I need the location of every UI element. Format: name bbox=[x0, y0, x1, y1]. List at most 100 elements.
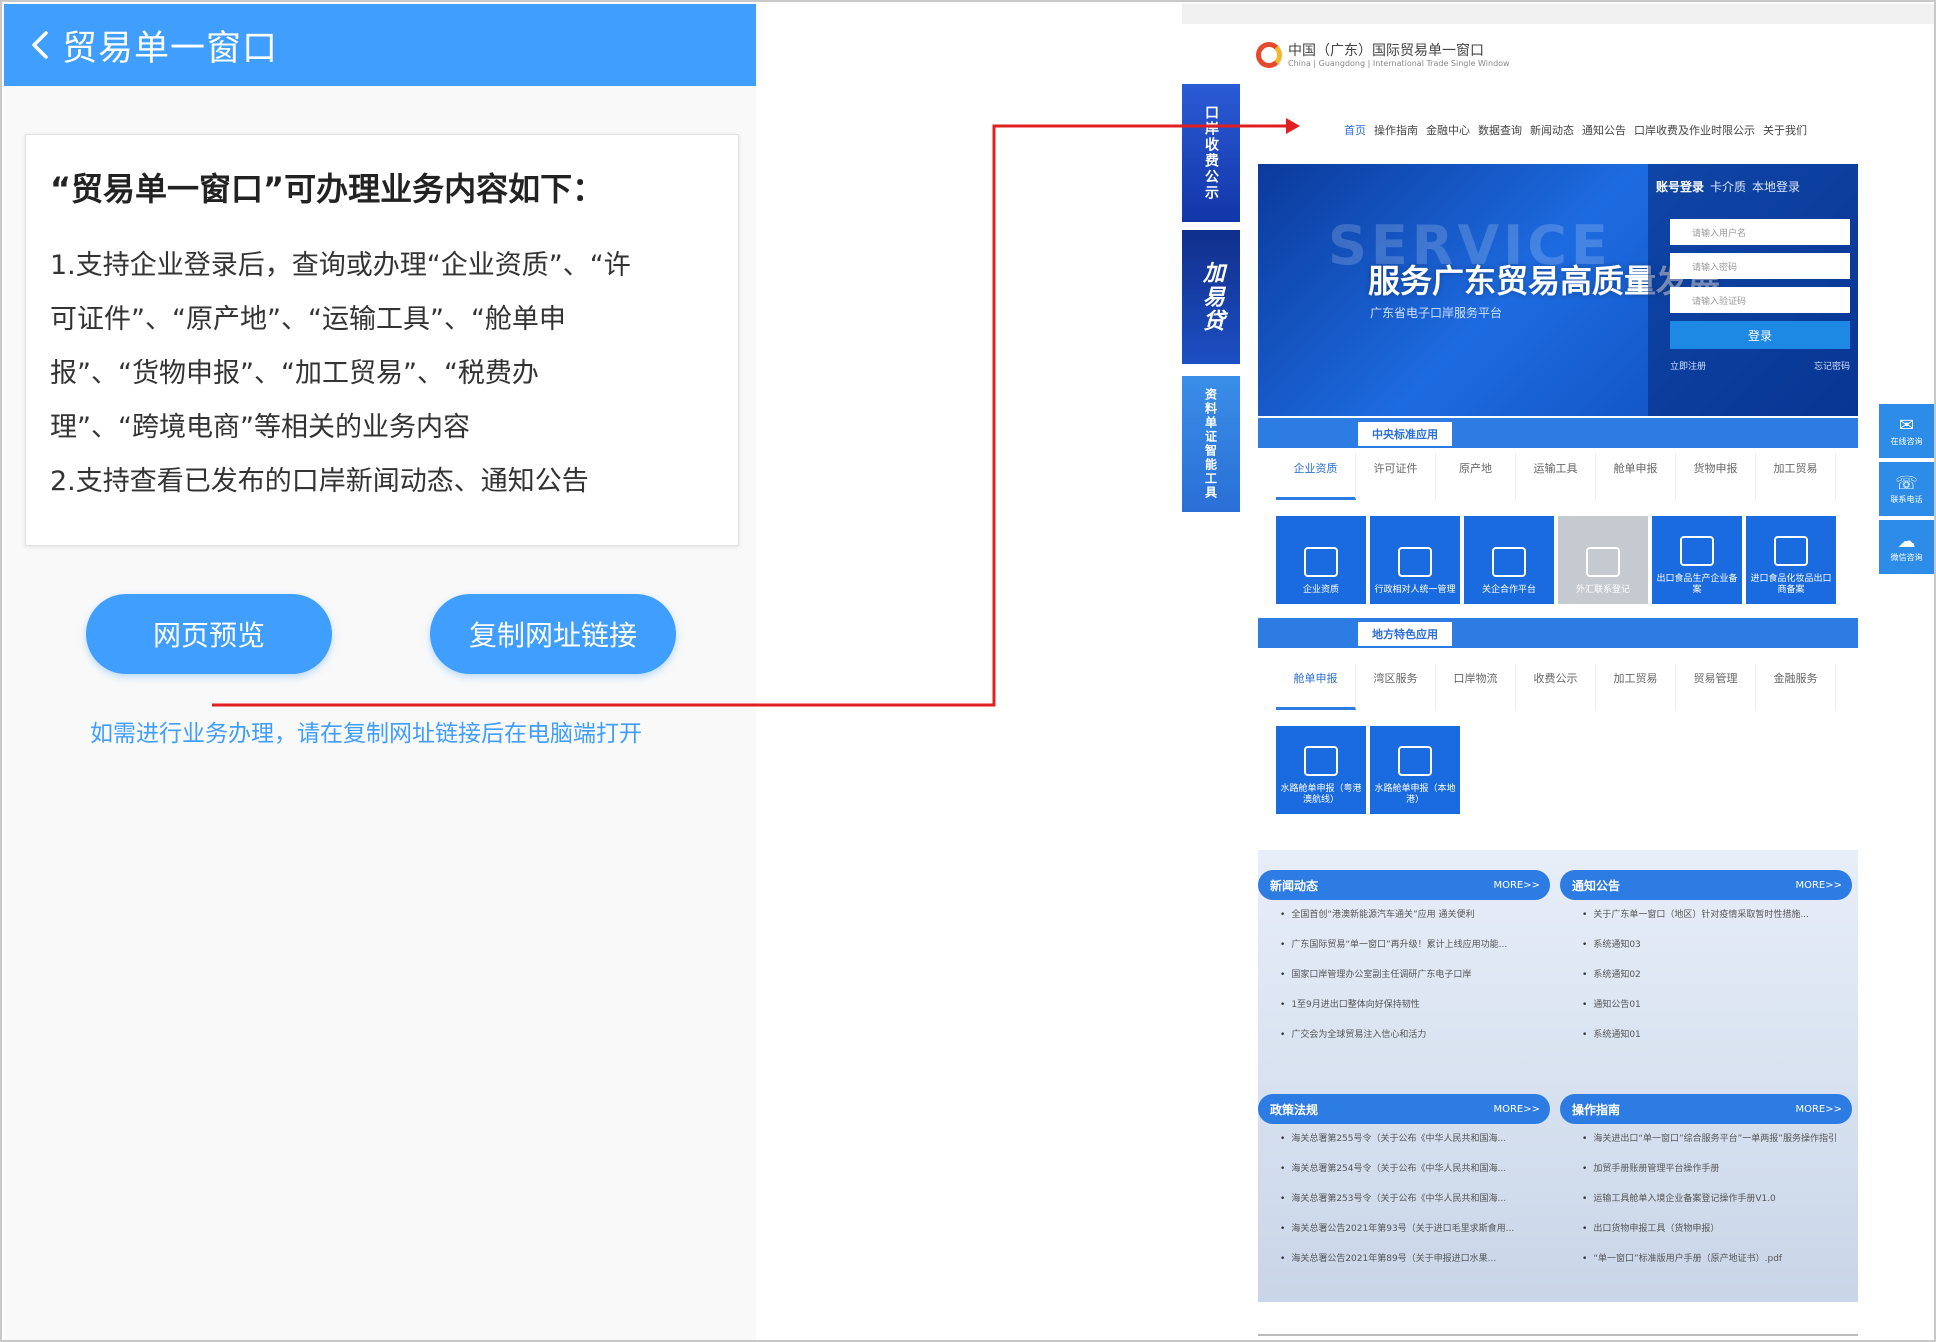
section-local-apps: 地方特色应用 bbox=[1258, 618, 1858, 648]
forgot-password-link[interactable]: 忘记密码 bbox=[1814, 359, 1850, 372]
guide-header: 操作指南 MORE>> bbox=[1560, 1094, 1852, 1124]
section-label: 地方特色应用 bbox=[1358, 622, 1452, 646]
list-item[interactable]: 系统通知01 bbox=[1560, 1020, 1852, 1050]
tab-local[interactable]: 口岸物流 bbox=[1436, 664, 1516, 710]
phone-button[interactable]: ☏ 联系电话 bbox=[1879, 462, 1934, 516]
more-link[interactable]: MORE>> bbox=[1795, 1104, 1842, 1115]
nav-item-guide[interactable]: 操作指南 bbox=[1374, 122, 1418, 138]
tab-local[interactable]: 加工贸易 bbox=[1596, 664, 1676, 710]
news-title: 新闻动态 bbox=[1270, 878, 1319, 893]
app-icon bbox=[1492, 547, 1526, 577]
business-card: “贸易单一窗口”可办理业务内容如下： 1.支持企业登录后，查询或办理“企业资质”… bbox=[25, 134, 739, 546]
side-banner-tools[interactable]: 资料单证智能工具 bbox=[1182, 376, 1240, 512]
policy-box: 政策法规 MORE>> 海关总署第255号令（关于公布《中华人民共和国海... … bbox=[1258, 1094, 1550, 1274]
list-item[interactable]: 全国首创“港澳新能源汽车通关”应用 通关便利 bbox=[1258, 900, 1550, 930]
list-item[interactable]: 海关总署公告2021年第89号（关于申报进口水果... bbox=[1258, 1244, 1550, 1274]
back-icon[interactable] bbox=[20, 25, 60, 65]
captcha-field[interactable]: 请输入验证码 bbox=[1670, 287, 1850, 313]
list-item[interactable]: 运输工具舱单入境企业备案登记操作手册V1.0 bbox=[1560, 1184, 1852, 1214]
nav-item-home[interactable]: 首页 bbox=[1344, 122, 1366, 138]
app-tile[interactable]: 行政相对人统一管理 bbox=[1370, 516, 1460, 604]
login-tabs: 账号登录 卡介质 本地登录 bbox=[1656, 178, 1850, 195]
side-banner-loan[interactable]: 加易贷 bbox=[1182, 230, 1240, 364]
card-line: 报”、“货物申报”、“加工贸易”、“税费办 bbox=[50, 358, 539, 389]
tab-local[interactable]: 收费公示 bbox=[1516, 664, 1596, 710]
side-banner-fees[interactable]: 口岸收费公示 bbox=[1182, 84, 1240, 222]
tile-label: 行政相对人统一管理 bbox=[1374, 585, 1456, 595]
tab-local-login[interactable]: 本地登录 bbox=[1752, 178, 1800, 195]
list-item[interactable]: 出口货物申报工具（货物申报） bbox=[1560, 1214, 1852, 1244]
more-link[interactable]: MORE>> bbox=[1795, 880, 1842, 891]
tab-local[interactable]: 舱单申报 bbox=[1276, 664, 1356, 710]
local-app-tiles: 水路舱单申报（粤港澳航线） 水路舱单申报（本地港） bbox=[1276, 726, 1460, 814]
online-consult-button[interactable]: ✉ 在线咨询 bbox=[1879, 404, 1934, 458]
list-item[interactable]: 系统通知02 bbox=[1560, 960, 1852, 990]
wechat-button[interactable]: ☁ 微信咨询 bbox=[1879, 520, 1934, 574]
list-item[interactable]: 广东国际贸易“单一窗口”再升级！累计上线应用功能... bbox=[1258, 930, 1550, 960]
web-top-strip bbox=[1182, 4, 1934, 24]
login-button[interactable]: 登录 bbox=[1670, 321, 1850, 349]
list-item[interactable]: 海关进出口“单一窗口”综合服务平台”一单两报”服务操作指引 bbox=[1560, 1124, 1852, 1154]
web-logo[interactable]: 中国（广东）国际贸易单一窗口 China | Guangdong | Inter… bbox=[1256, 42, 1510, 68]
copy-link-button[interactable]: 复制网址链接 bbox=[430, 594, 676, 674]
tab-card-login[interactable]: 卡介质 bbox=[1710, 178, 1746, 195]
tab-central[interactable]: 许可证件 bbox=[1356, 454, 1436, 500]
app-tile[interactable]: 外汇联系登记 bbox=[1558, 516, 1648, 604]
list-item[interactable]: 国家口岸管理办公室副主任调研广东电子口岸 bbox=[1258, 960, 1550, 990]
nav-item-fees[interactable]: 口岸收费及作业时限公示 bbox=[1634, 122, 1755, 138]
more-link[interactable]: MORE>> bbox=[1493, 1104, 1540, 1115]
app-tile[interactable]: 水路舱单申报（本地港） bbox=[1370, 726, 1460, 814]
app-tile[interactable]: 企业资质 bbox=[1276, 516, 1366, 604]
tab-central[interactable]: 加工贸易 bbox=[1756, 454, 1836, 500]
app-tile[interactable]: 关企合作平台 bbox=[1464, 516, 1554, 604]
app-tile[interactable]: 进口食品化妆品出口商备案 bbox=[1746, 516, 1836, 604]
password-field[interactable]: 请输入密码 bbox=[1670, 253, 1850, 279]
tab-central[interactable]: 原产地 bbox=[1436, 454, 1516, 500]
web-bottom-divider bbox=[1258, 1334, 1858, 1336]
app-tile[interactable]: 水路舱单申报（粤港澳航线） bbox=[1276, 726, 1366, 814]
register-link[interactable]: 立即注册 bbox=[1670, 359, 1706, 372]
list-item[interactable]: 广交会为全球贸易注入信心和活力 bbox=[1258, 1020, 1550, 1050]
tab-local[interactable]: 湾区服务 bbox=[1356, 664, 1436, 710]
more-link[interactable]: MORE>> bbox=[1493, 880, 1540, 891]
card-line: 可证件”、“原产地”、“运输工具”、“舱单申 bbox=[50, 304, 566, 335]
tab-local[interactable]: 金融服务 bbox=[1756, 664, 1836, 710]
web-nav: 首页 操作指南 金融中心 数据查询 新闻动态 通知公告 口岸收费及作业时限公示 … bbox=[1344, 122, 1807, 138]
tile-label: 进口食品化妆品出口商备案 bbox=[1750, 574, 1832, 595]
tab-central[interactable]: 企业资质 bbox=[1276, 454, 1356, 500]
list-item[interactable]: “单一窗口”标准版用户手册（原产地证书）.pdf bbox=[1560, 1244, 1852, 1274]
tab-central[interactable]: 运输工具 bbox=[1516, 454, 1596, 500]
preview-button[interactable]: 网页预览 bbox=[86, 594, 332, 674]
nav-item-about[interactable]: 关于我们 bbox=[1763, 122, 1807, 138]
tab-account-login[interactable]: 账号登录 bbox=[1656, 178, 1704, 195]
logo-text: 中国（广东）国际贸易单一窗口 bbox=[1288, 42, 1484, 59]
banner-subtitle: 广东省电子口岸服务平台 bbox=[1370, 306, 1503, 320]
list-item[interactable]: 海关总署第255号令（关于公布《中华人民共和国海... bbox=[1258, 1124, 1550, 1154]
tab-local[interactable]: 贸易管理 bbox=[1676, 664, 1756, 710]
nav-item-news[interactable]: 新闻动态 bbox=[1530, 122, 1574, 138]
list-item[interactable]: 加贸手册账册管理平台操作手册 bbox=[1560, 1154, 1852, 1184]
policy-header: 政策法规 MORE>> bbox=[1258, 1094, 1550, 1124]
list-item[interactable]: 系统通知03 bbox=[1560, 930, 1852, 960]
username-field[interactable]: 请输入用户名 bbox=[1670, 219, 1850, 245]
nav-item-data[interactable]: 数据查询 bbox=[1478, 122, 1522, 138]
list-item[interactable]: 关于广东单一窗口（地区）针对疫情采取暂时性措施... bbox=[1560, 900, 1852, 930]
list-item[interactable]: 海关总署第254号令（关于公布《中华人民共和国海... bbox=[1258, 1154, 1550, 1184]
app-icon bbox=[1304, 547, 1338, 577]
login-panel: 账号登录 卡介质 本地登录 请输入用户名 请输入密码 请输入验证码 登录 立即注… bbox=[1648, 164, 1858, 416]
tab-central[interactable]: 货物申报 bbox=[1676, 454, 1756, 500]
nav-item-notice[interactable]: 通知公告 bbox=[1582, 122, 1626, 138]
list-item[interactable]: 海关总署公告2021年第93号（关于进口毛里求斯食用... bbox=[1258, 1214, 1550, 1244]
app-tile[interactable]: 出口食品生产企业备案 bbox=[1652, 516, 1742, 604]
tile-label: 水路舱单申报（粤港澳航线） bbox=[1280, 784, 1362, 805]
wechat-icon: ☁ bbox=[1897, 530, 1916, 552]
tab-central[interactable]: 舱单申报 bbox=[1596, 454, 1676, 500]
ship-icon bbox=[1398, 746, 1432, 776]
list-item[interactable]: 1至9月进出口整体向好保持韧性 bbox=[1258, 990, 1550, 1020]
list-item[interactable]: 海关总署第253号令（关于公布《中华人民共和国海... bbox=[1258, 1184, 1550, 1214]
nav-item-finance[interactable]: 金融中心 bbox=[1426, 122, 1470, 138]
card-line: 1.支持企业登录后，查询或办理“企业资质”、“许 bbox=[50, 250, 631, 281]
hero-banner: SERVICE 服务广东贸易高质量发展 广东省电子口岸服务平台 账号登录 卡介质… bbox=[1258, 164, 1858, 416]
phone-icon: ☏ bbox=[1895, 472, 1918, 494]
list-item[interactable]: 通知公告01 bbox=[1560, 990, 1852, 1020]
